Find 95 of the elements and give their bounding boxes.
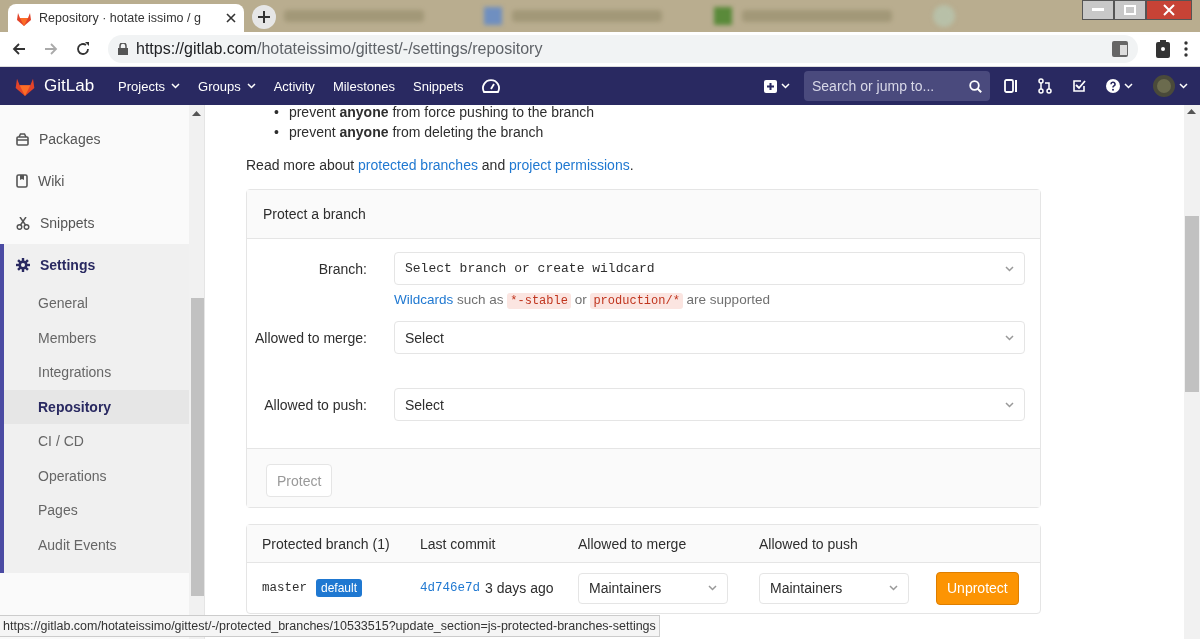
user-menu[interactable] (1153, 75, 1188, 97)
column-header: Last commit (419, 535, 497, 552)
browser-tab[interactable]: Repository · hotate issimo / g (8, 4, 244, 32)
chevron-down-icon (708, 585, 717, 591)
reload-icon[interactable] (76, 42, 90, 56)
chevron-down-icon (246, 83, 256, 89)
lock-icon (118, 43, 128, 55)
nav-menu[interactable]: Milestones (332, 78, 395, 94)
maximize-button[interactable] (1114, 0, 1146, 20)
sidebar-subitem[interactable]: Repository (4, 389, 190, 424)
search-icon (969, 79, 982, 93)
panel-icon[interactable] (1004, 79, 1018, 93)
scrollbar-thumb[interactable] (1185, 216, 1199, 392)
branch-name: master (262, 581, 307, 595)
nav-menu[interactable]: Snippets (413, 78, 464, 94)
nav-menu[interactable]: Groups (198, 78, 256, 94)
back-icon[interactable] (12, 42, 26, 56)
push-access-select[interactable]: Maintainers (759, 572, 909, 604)
link[interactable]: protected branches (358, 157, 478, 173)
link[interactable]: project permissions (509, 157, 630, 173)
status-url: https://gitlab.com/hotateissimo/gittest/-/protected_branches/10533515?update_section=js-protected-branches-settings (0, 615, 660, 637)
chevron-down-icon (1005, 334, 1014, 341)
scissors-icon (16, 216, 30, 230)
sidebar-subitem[interactable]: Integrations (4, 355, 190, 390)
address-bar[interactable]: https://gitlab.com/hotateissimo/gittest/-/settings/repository (108, 35, 1138, 63)
bullet-text: prevent anyone from force pushing to the branch (288, 105, 594, 122)
paragraph: Read more about protected branches and project permissions. (246, 156, 635, 175)
chevron-down-icon (781, 83, 790, 89)
field-label: Allowed to push: (263, 396, 367, 415)
sidebar-subitem[interactable]: Members (4, 320, 190, 355)
scrollbar[interactable] (1184, 105, 1200, 639)
tab-title: Repository · hotate issimo / g (39, 11, 202, 25)
chevron-down-icon (171, 83, 181, 89)
restore-icon (1124, 5, 1136, 15)
hint-text: Wildcards such as *-stable or production/* are supported (394, 291, 771, 311)
nav-menu[interactable]: Activity (273, 78, 315, 94)
logo-text[interactable]: GitLab (44, 76, 95, 96)
new-dropdown[interactable] (764, 79, 790, 93)
sidebar-subitem[interactable]: CI / CD (4, 424, 190, 459)
url-text: https://gitlab.com/hotateissimo/gittest/-/settings/repository (136, 40, 543, 58)
default-badge: default (316, 579, 363, 597)
merge-request-icon[interactable] (1038, 78, 1052, 94)
select-field[interactable]: Select branch or create wildcard (394, 252, 1025, 285)
card-title: Protect a branch (247, 190, 1040, 239)
sidebar-item[interactable]: Wiki (0, 160, 190, 202)
column-header: Protected branch (1) (261, 535, 391, 552)
chevron-down-icon (889, 585, 898, 591)
chevron-down-icon (1005, 401, 1014, 408)
sidebar-subitem[interactable]: Audit Events (4, 527, 190, 562)
sidebar-subitem[interactable]: Operations (4, 458, 190, 493)
minimize-icon (1092, 8, 1104, 12)
chevron-down-icon (1179, 83, 1188, 89)
select-field[interactable]: Select (394, 388, 1025, 421)
commit-link[interactable]: 4d746e7d (420, 581, 480, 595)
plus-square-icon (764, 79, 777, 93)
help-dropdown[interactable] (1106, 79, 1133, 93)
settings-icon (16, 258, 30, 272)
bullet-text: prevent anyone from deleting the branch (288, 123, 544, 142)
minimize-button[interactable] (1082, 0, 1114, 20)
more-icon[interactable] (1184, 41, 1188, 57)
translate-icon[interactable] (1112, 41, 1128, 57)
clipboard-icon[interactable] (1156, 40, 1170, 58)
scroll-up-icon (1187, 109, 1196, 114)
sidebar-item[interactable]: Snippets (0, 202, 190, 244)
help-icon (1106, 79, 1120, 93)
sidebar-subitem[interactable]: General (4, 286, 190, 321)
plus-icon (258, 11, 270, 23)
column-header: Allowed to merge (577, 535, 688, 552)
bullet-marker: • (274, 105, 279, 122)
search-field[interactable]: Search or jump to... (804, 71, 990, 101)
close-icon[interactable] (226, 13, 236, 23)
close-icon (1163, 4, 1175, 16)
link[interactable]: Wildcards (394, 292, 454, 307)
package-icon (16, 132, 29, 146)
chevron-down-icon (1005, 265, 1014, 272)
column-header: Allowed to push (758, 535, 859, 552)
bullet-marker: • (274, 123, 279, 142)
avatar (1153, 75, 1175, 97)
merge-access-select[interactable]: Maintainers (578, 572, 728, 604)
field-label: Branch: (317, 260, 367, 279)
todo-check-icon[interactable] (1072, 79, 1086, 93)
sidebar-item[interactable]: Settings (4, 244, 190, 286)
sidebar-subitem[interactable]: Pages (4, 493, 190, 528)
book-icon (16, 174, 28, 188)
sidebar-item[interactable]: Packages (0, 118, 190, 160)
nav-menu[interactable]: Projects (118, 78, 181, 94)
select-field[interactable]: Select (394, 321, 1025, 354)
close-window-button[interactable] (1146, 0, 1192, 20)
gauge-icon[interactable] (481, 78, 500, 94)
scroll-up-icon (192, 111, 202, 116)
new-tab-button[interactable] (252, 5, 276, 29)
scrollbar-thumb[interactable] (191, 298, 204, 596)
commit-time: 3 days ago (485, 580, 554, 596)
field-label: Allowed to merge: (253, 329, 367, 348)
chevron-down-icon (1124, 83, 1133, 89)
